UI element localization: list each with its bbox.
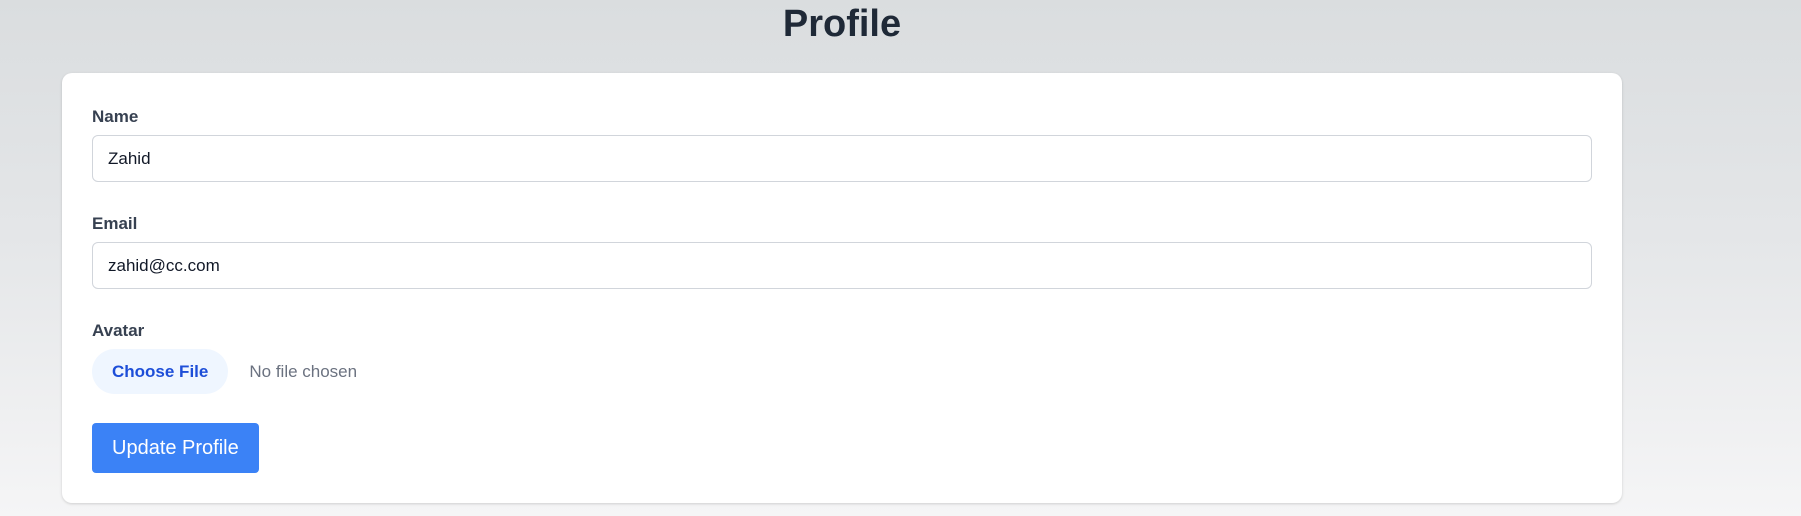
avatar-field-group: Avatar Choose File No file chosen (92, 321, 1592, 394)
update-profile-button[interactable]: Update Profile (92, 423, 259, 473)
email-label: Email (92, 214, 138, 233)
name-input[interactable] (92, 135, 1592, 182)
profile-form-card: Name Email Avatar Choose File No file ch… (62, 73, 1622, 503)
avatar-file-picker: Choose File No file chosen (92, 349, 1592, 394)
email-input[interactable] (92, 242, 1592, 289)
page-title: Profile (782, 3, 902, 45)
name-field-group: Name (92, 107, 1592, 182)
email-field-group: Email (92, 214, 1592, 289)
choose-file-button[interactable]: Choose File (92, 349, 229, 394)
avatar-label: Avatar (92, 321, 145, 340)
name-label: Name (92, 107, 139, 126)
file-status-text: No file chosen (249, 361, 358, 381)
